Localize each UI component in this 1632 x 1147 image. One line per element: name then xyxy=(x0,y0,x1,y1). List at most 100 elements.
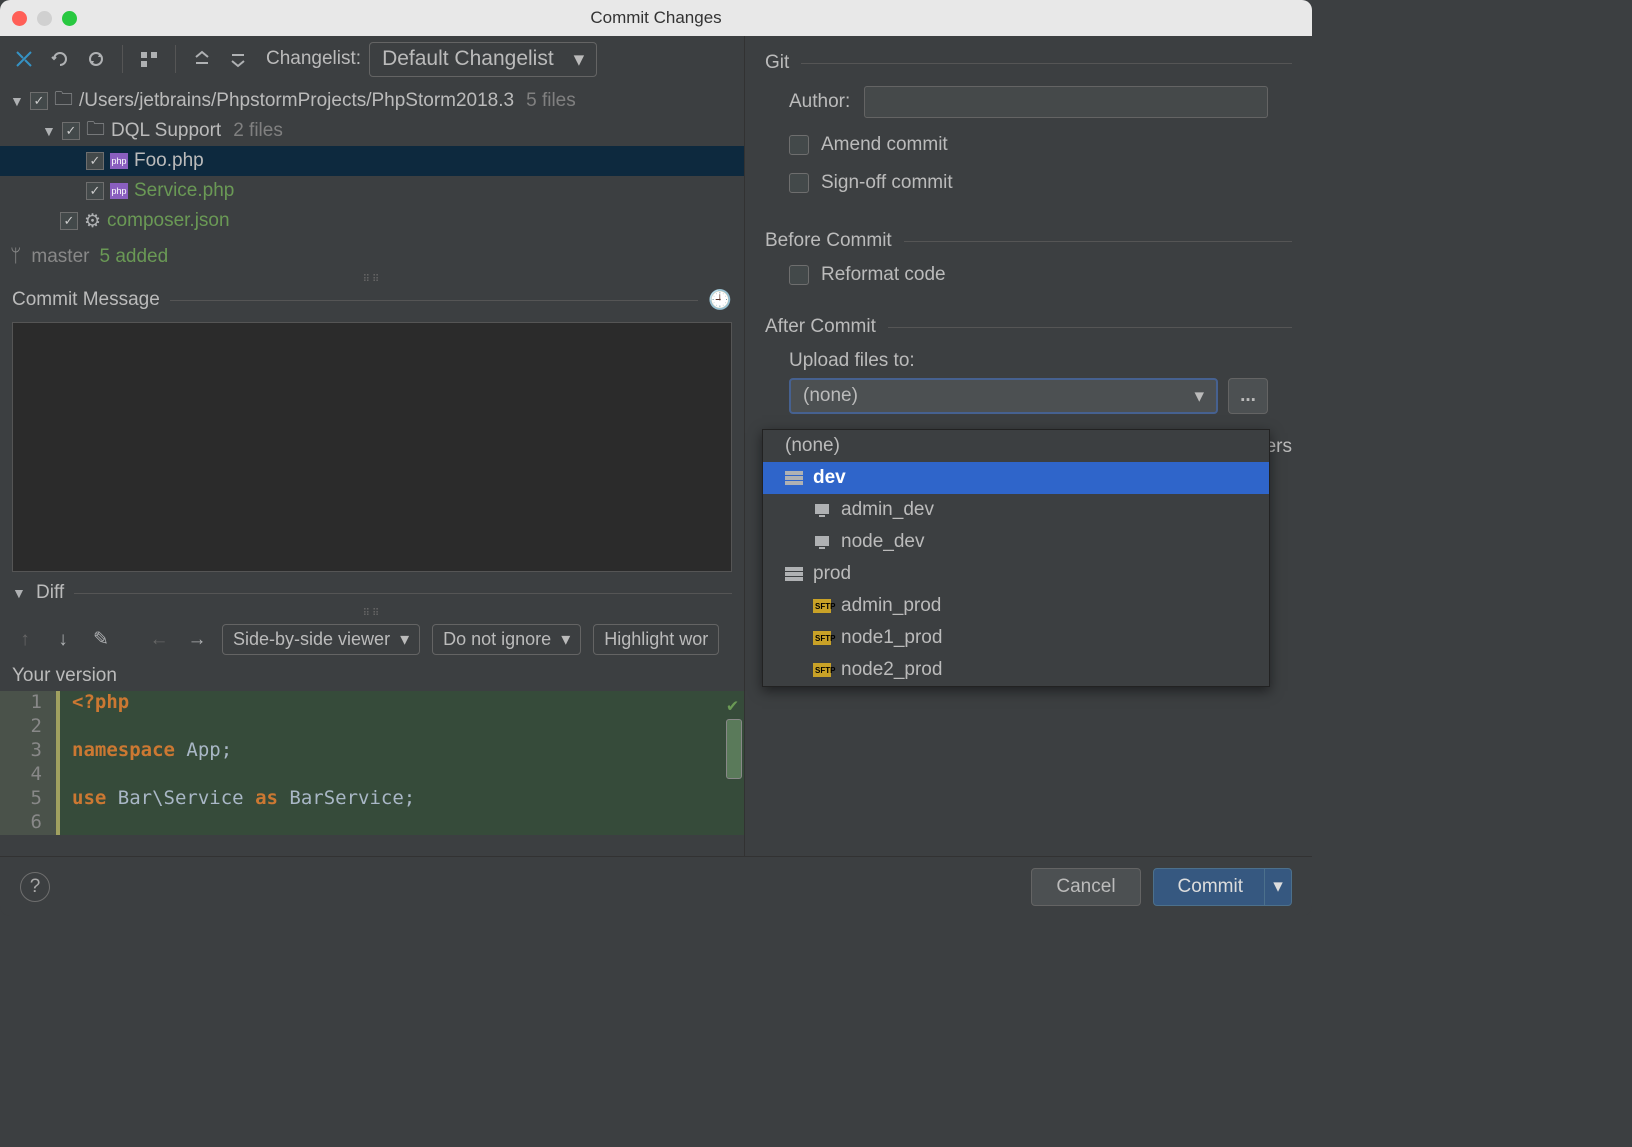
amend-label: Amend commit xyxy=(821,134,948,156)
titlebar: Commit Changes xyxy=(0,0,1312,36)
tree-folder[interactable]: ▼ ✓ 🗀 DQL Support 2 files xyxy=(0,116,744,146)
branch-bar: ᛘ master 5 added xyxy=(0,240,744,274)
dropdown-item-label: dev xyxy=(813,467,846,489)
checkbox[interactable]: ✓ xyxy=(62,122,80,140)
dropdown-item-label: admin_dev xyxy=(841,499,934,521)
changelist-dropdown[interactable]: Default Changelist ▾ xyxy=(369,42,597,77)
browse-button[interactable]: ... xyxy=(1228,378,1268,414)
commit-message-label: Commit Message xyxy=(12,289,160,311)
added-count: 5 added xyxy=(99,246,168,268)
dropdown-item[interactable]: SFTP node1_prod xyxy=(763,622,1269,654)
left-panel: Changelist: Default Changelist ▾ ▼ ✓ 🗀 /… xyxy=(0,36,745,856)
commit-dropdown-button[interactable]: ▾ xyxy=(1264,868,1292,906)
upload-dropdown-list: (none) dev admin_dev node_devprod SFTP admin_… xyxy=(762,429,1270,687)
upload-label: Upload files to: xyxy=(789,350,1268,372)
changelist-label: Changelist: xyxy=(266,48,361,70)
checkbox[interactable]: ✓ xyxy=(86,182,104,200)
dropdown-item[interactable]: (none) xyxy=(763,430,1269,462)
tree-file[interactable]: ✓ php Service.php xyxy=(0,176,744,206)
next-diff-icon[interactable]: ↓ xyxy=(50,627,76,653)
reformat-checkbox[interactable] xyxy=(789,265,809,285)
dropdown-item[interactable]: admin_dev xyxy=(763,494,1269,526)
prev-diff-icon[interactable]: ↑ xyxy=(12,627,38,653)
dropdown-item-label: (none) xyxy=(785,435,840,457)
branch-name: master xyxy=(31,246,89,268)
checkbox[interactable]: ✓ xyxy=(30,92,48,110)
collapse-icon[interactable]: ▼ xyxy=(42,123,56,139)
signoff-label: Sign-off commit xyxy=(821,172,953,194)
sftp-icon: SFTP xyxy=(813,631,831,645)
dropdown-item[interactable]: dev xyxy=(763,462,1269,494)
file-tree: ▼ ✓ 🗀 /Users/jetbrains/PhpstormProjects/… xyxy=(0,82,744,240)
changelist-value: Default Changelist xyxy=(382,47,554,71)
prev-file-icon[interactable]: ← xyxy=(146,627,172,653)
group-by-icon[interactable] xyxy=(135,45,163,73)
checkbox[interactable]: ✓ xyxy=(86,152,104,170)
collapse-icon[interactable]: ▼ xyxy=(12,585,26,601)
commit-message-input[interactable] xyxy=(12,322,732,572)
server-group-icon xyxy=(785,471,803,485)
tree-root-meta: 5 files xyxy=(526,90,576,112)
dropdown-item-label: admin_prod xyxy=(841,595,941,617)
refresh-icon[interactable] xyxy=(82,45,110,73)
minimize-window-button[interactable] xyxy=(37,11,52,26)
server-group-icon xyxy=(785,567,803,581)
expand-all-icon[interactable] xyxy=(188,45,216,73)
toolbar: Changelist: Default Changelist ▾ xyxy=(0,36,744,82)
resize-handle[interactable]: ⠿⠿ xyxy=(0,608,744,618)
maximize-window-button[interactable] xyxy=(62,11,77,26)
upload-dropdown[interactable]: (none) ▾ xyxy=(789,378,1218,414)
author-input[interactable] xyxy=(864,86,1268,118)
tree-file-name: composer.json xyxy=(107,210,230,232)
close-window-button[interactable] xyxy=(12,11,27,26)
inspection-ok-icon: ✔ xyxy=(727,695,738,716)
cancel-button[interactable]: Cancel xyxy=(1031,868,1140,906)
dropdown-item-label: node_dev xyxy=(841,531,924,553)
viewer-dropdown[interactable]: Side-by-side viewer▾ xyxy=(222,624,420,655)
tree-root[interactable]: ▼ ✓ 🗀 /Users/jetbrains/PhpstormProjects/… xyxy=(0,86,744,116)
folder-icon: 🗀 xyxy=(86,115,105,147)
show-diff-icon[interactable] xyxy=(10,45,38,73)
dropdown-item[interactable]: SFTP admin_prod xyxy=(763,590,1269,622)
undo-icon[interactable] xyxy=(46,45,74,73)
tree-root-path: /Users/jetbrains/PhpstormProjects/PhpSto… xyxy=(79,90,514,112)
help-button[interactable]: ? xyxy=(20,872,50,902)
dropdown-item[interactable]: node_dev xyxy=(763,526,1269,558)
php-file-icon: php xyxy=(110,153,128,169)
ignore-dropdown[interactable]: Do not ignore▾ xyxy=(432,624,581,655)
before-commit-label: Before Commit xyxy=(765,230,892,252)
code-area: ✔ 1<?php 2 3namespace App; 4 5use Bar\Se… xyxy=(0,691,744,835)
tree-file-name: Service.php xyxy=(134,180,234,202)
highlight-dropdown[interactable]: Highlight wor xyxy=(593,624,719,655)
dropdown-item-label: prod xyxy=(813,563,851,585)
sftp-icon: SFTP xyxy=(813,599,831,613)
server-icon xyxy=(813,535,831,549)
after-commit-label: After Commit xyxy=(765,316,876,338)
git-group-label: Git xyxy=(765,52,789,74)
branch-icon: ᛘ xyxy=(10,246,21,268)
dropdown-item-label: node1_prod xyxy=(841,627,942,649)
reformat-label: Reformat code xyxy=(821,264,946,286)
tree-file[interactable]: ✓ php Foo.php xyxy=(0,146,744,176)
resize-handle[interactable]: ⠿⠿ xyxy=(0,274,744,284)
footer: ? Cancel Commit ▾ xyxy=(0,856,1312,916)
sftp-icon: SFTP xyxy=(813,663,831,677)
server-icon xyxy=(813,503,831,517)
amend-checkbox[interactable] xyxy=(789,135,809,155)
diff-toolbar: ↑ ↓ ✎ ← → Side-by-side viewer▾ Do not ig… xyxy=(0,618,744,661)
tree-file[interactable]: ✓ ⚙ composer.json xyxy=(0,206,744,236)
collapse-all-icon[interactable] xyxy=(224,45,252,73)
window-title: Commit Changes xyxy=(590,8,721,28)
chevron-down-icon: ▾ xyxy=(1194,385,1204,408)
collapse-icon[interactable]: ▼ xyxy=(10,93,24,109)
edit-icon[interactable]: ✎ xyxy=(88,627,114,653)
dropdown-item[interactable]: prod xyxy=(763,558,1269,590)
your-version-label: Your version xyxy=(0,661,744,691)
checkbox[interactable]: ✓ xyxy=(60,212,78,230)
next-file-icon[interactable]: → xyxy=(184,627,210,653)
commit-button[interactable]: Commit xyxy=(1153,868,1268,906)
history-icon[interactable]: 🕘 xyxy=(708,288,732,312)
signoff-checkbox[interactable] xyxy=(789,173,809,193)
dropdown-item[interactable]: SFTPnode2_prod xyxy=(763,654,1269,686)
scrollbar[interactable] xyxy=(726,719,742,779)
